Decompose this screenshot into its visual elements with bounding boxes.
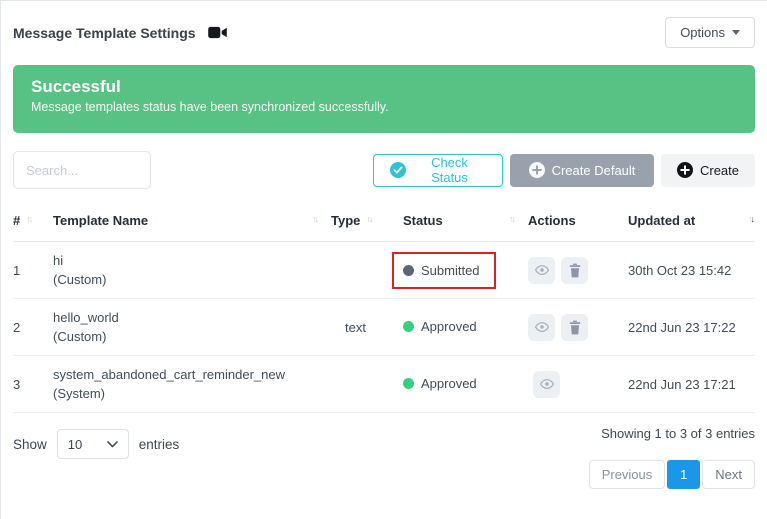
column-header-template-name[interactable]: Template Name ↑↓ <box>53 213 331 229</box>
actions-cell <box>528 257 628 284</box>
page-title: Message Template Settings <box>13 25 196 41</box>
eye-icon <box>534 262 550 278</box>
topbar: Message Template Settings Options <box>1 1 767 48</box>
table-header-row: # ↑↓ Template Name ↑↓ Type ↑↓ Status ↑↓ … <box>13 203 755 242</box>
showing-entries-text: Showing 1 to 3 of 3 entries <box>601 426 755 441</box>
table-row: 3 system_abandoned_cart_reminder_new (Sy… <box>13 356 755 413</box>
status-dot-icon <box>403 321 414 332</box>
sort-icon: ↑↓ <box>366 213 371 224</box>
alert-message: Message templates status have been synch… <box>31 100 737 114</box>
chevron-down-icon <box>107 441 118 448</box>
page-size-control: Show 10 entries <box>13 429 179 459</box>
options-button-label: Options <box>680 25 725 40</box>
create-label: Create <box>700 163 739 178</box>
updated-at-cell: 30th Oct 23 15:42 <box>628 263 755 278</box>
delete-button[interactable] <box>561 314 588 341</box>
page-size-select[interactable]: 10 <box>57 429 129 459</box>
actions-cell <box>528 371 628 398</box>
column-header-type[interactable]: Type ↑↓ <box>331 213 403 229</box>
page-size-value: 10 <box>68 437 82 452</box>
status-cell: Submitted <box>403 252 528 289</box>
title-wrap: Message Template Settings <box>13 25 227 41</box>
create-default-button[interactable]: Create Default <box>510 154 654 187</box>
message-template-settings-page: Message Template Settings Options Succes… <box>0 0 767 519</box>
create-button[interactable]: Create <box>661 154 755 187</box>
updated-at-cell: 22nd Jun 23 17:22 <box>628 320 755 335</box>
search-input[interactable] <box>13 151 151 189</box>
create-default-label: Create Default <box>552 163 636 178</box>
eye-icon <box>534 319 550 335</box>
actions-cell <box>528 314 628 341</box>
status-badge: Submitted <box>403 263 480 278</box>
type-cell: text <box>331 320 403 335</box>
previous-page-button[interactable]: Previous <box>589 460 666 489</box>
chevron-down-icon <box>732 30 740 35</box>
view-button[interactable] <box>528 314 555 341</box>
status-cell: Approved <box>403 376 528 392</box>
row-number: 3 <box>13 377 53 392</box>
trash-icon <box>568 263 582 278</box>
template-name-cell: hi (Custom) <box>53 251 331 289</box>
video-camera-icon <box>208 26 227 39</box>
action-buttons: Check Status Create Default Create <box>373 154 755 187</box>
trash-icon <box>568 320 582 335</box>
template-name-cell: hello_world (Custom) <box>53 308 331 346</box>
check-status-button[interactable]: Check Status <box>373 154 503 187</box>
updated-at-cell: 22nd Jun 23 17:21 <box>628 377 755 392</box>
templates-table: # ↑↓ Template Name ↑↓ Type ↑↓ Status ↑↓ … <box>13 203 755 413</box>
pagination: Previous 1 Next <box>589 460 755 489</box>
status-badge: Approved <box>403 319 477 334</box>
page-1-button[interactable]: 1 <box>667 460 700 489</box>
column-header-actions[interactable]: Actions <box>528 213 628 229</box>
plus-circle-icon <box>529 162 545 178</box>
status-cell: Approved <box>403 319 528 335</box>
row-number: 1 <box>13 263 53 278</box>
success-alert: Successful Message templates status have… <box>13 65 755 133</box>
table-footer: Show 10 entries Showing 1 to 3 of 3 entr… <box>13 426 755 489</box>
red-highlight-annotation: Submitted <box>392 252 496 289</box>
check-circle-icon <box>390 162 406 178</box>
status-dot-icon <box>403 378 414 389</box>
row-number: 2 <box>13 320 53 335</box>
template-name-cell: system_abandoned_cart_reminder_new (Syst… <box>53 365 331 403</box>
sort-icon: ↑↓ <box>26 213 31 224</box>
eye-icon <box>539 376 555 392</box>
next-page-button[interactable]: Next <box>702 460 755 489</box>
sort-icon-active-desc: ↑↓ <box>748 213 753 224</box>
entries-label: entries <box>139 437 180 452</box>
sort-icon: ↑↓ <box>312 213 317 224</box>
column-header-status[interactable]: Status ↑↓ <box>403 213 528 229</box>
delete-button[interactable] <box>561 257 588 284</box>
plus-circle-icon <box>677 162 693 178</box>
options-button[interactable]: Options <box>665 17 755 48</box>
status-badge: Approved <box>403 376 477 391</box>
column-header-updated-at[interactable]: Updated at ↑↓ <box>628 213 755 229</box>
show-label: Show <box>13 437 47 452</box>
check-status-label: Check Status <box>413 155 486 185</box>
view-button[interactable] <box>533 371 560 398</box>
view-button[interactable] <box>528 257 555 284</box>
column-header-num[interactable]: # ↑↓ <box>13 213 53 229</box>
alert-title: Successful <box>31 77 737 97</box>
table-row: 1 hi (Custom) Submitted <box>13 242 755 299</box>
table-row: 2 hello_world (Custom) text Approved <box>13 299 755 356</box>
footer-right: Showing 1 to 3 of 3 entries Previous 1 N… <box>589 426 755 489</box>
status-dot-icon <box>403 265 414 276</box>
sort-icon: ↑↓ <box>509 213 514 224</box>
table-controls: Check Status Create Default Create <box>13 151 755 189</box>
